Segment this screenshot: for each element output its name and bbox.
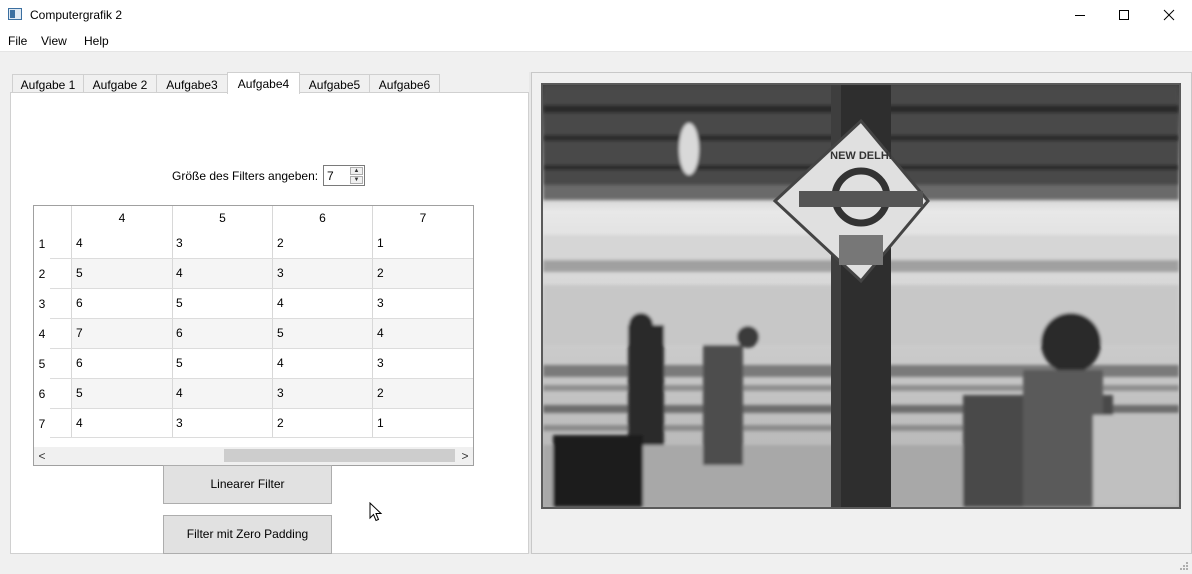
table-corner xyxy=(34,206,50,228)
tab-content-aufgabe-4: Größe des Filters angeben: 7 ▲ ▼ 4 5 6 7… xyxy=(10,92,529,554)
mouse-cursor-icon xyxy=(369,502,383,522)
column-divider xyxy=(71,206,72,437)
app-icon xyxy=(8,8,22,20)
spin-buttons: ▲ ▼ xyxy=(350,167,363,184)
scroll-left-icon[interactable]: < xyxy=(34,447,50,465)
tab-aufgabe-4[interactable]: Aufgabe4 xyxy=(227,72,300,94)
row-divider xyxy=(50,258,473,259)
column-header[interactable]: 6 xyxy=(273,206,372,228)
row-divider xyxy=(50,288,473,289)
table-cell[interactable]: 5 xyxy=(277,326,284,340)
maximize-icon xyxy=(1119,10,1129,20)
table-cell[interactable]: 6 xyxy=(76,296,83,310)
tab-aufgabe-5[interactable]: Aufgabe5 xyxy=(299,74,370,93)
sign-text: NEW DELHI xyxy=(830,150,892,162)
filter-table[interactable]: 4 5 6 7 1 2 3 4 5 6 7 4 3 2 1 5 4 3 2 6 … xyxy=(33,205,474,466)
status-bar xyxy=(0,554,1192,574)
table-cell[interactable]: 1 xyxy=(377,236,384,250)
column-divider xyxy=(272,206,273,437)
column-header[interactable]: 4 xyxy=(72,206,172,228)
left-panel: Aufgabe 1 Aufgabe 2 Aufgabe3 Aufgabe4 Au… xyxy=(10,72,529,554)
table-cell[interactable]: 2 xyxy=(277,236,284,250)
column-header[interactable]: 5 xyxy=(173,206,272,228)
app-window: Computergrafik 2 File View Help Aufgabe … xyxy=(0,0,1192,574)
column-divider xyxy=(372,206,373,437)
column-divider xyxy=(172,206,173,437)
row-header[interactable]: 4 xyxy=(34,327,50,341)
table-cell[interactable]: 2 xyxy=(377,266,384,280)
table-cell[interactable]: 4 xyxy=(76,416,83,430)
menu-bar: File View Help xyxy=(0,30,1192,52)
scroll-right-icon[interactable]: > xyxy=(457,447,473,465)
tab-aufgabe-2[interactable]: Aufgabe 2 xyxy=(83,74,157,93)
row-divider xyxy=(50,348,473,349)
table-cell[interactable]: 3 xyxy=(277,266,284,280)
table-cell[interactable]: 4 xyxy=(76,236,83,250)
table-cell[interactable]: 5 xyxy=(76,386,83,400)
window-title: Computergrafik 2 xyxy=(30,8,123,22)
filter-size-label: Größe des Filters angeben: xyxy=(172,169,319,183)
row-header[interactable]: 2 xyxy=(34,267,50,281)
column-header[interactable]: 7 xyxy=(373,206,473,228)
filter-size-spinbox[interactable]: 7 ▲ ▼ xyxy=(323,165,365,186)
image-panel: NEW DELHI xyxy=(531,72,1192,554)
table-cell[interactable]: 7 xyxy=(76,326,83,340)
linear-filter-button[interactable]: Linearer Filter xyxy=(163,465,332,504)
table-cell[interactable]: 3 xyxy=(377,296,384,310)
close-icon xyxy=(1163,9,1175,21)
title-bar[interactable]: Computergrafik 2 xyxy=(0,0,1192,30)
row-header[interactable]: 3 xyxy=(34,297,50,311)
table-cell[interactable]: 3 xyxy=(176,236,183,250)
table-cell[interactable]: 4 xyxy=(377,326,384,340)
row-divider xyxy=(50,318,473,319)
spin-up-icon[interactable]: ▲ xyxy=(350,167,363,175)
resize-grip-icon[interactable] xyxy=(1179,561,1189,571)
zero-padding-filter-button[interactable]: Filter mit Zero Padding xyxy=(163,515,332,554)
minimize-button[interactable] xyxy=(1057,0,1103,30)
row-header[interactable]: 7 xyxy=(34,417,50,431)
table-cell[interactable]: 6 xyxy=(76,356,83,370)
table-cell[interactable]: 5 xyxy=(176,296,183,310)
row-header[interactable]: 5 xyxy=(34,357,50,371)
row-divider xyxy=(50,378,473,379)
table-cell[interactable]: 4 xyxy=(277,356,284,370)
spin-down-icon[interactable]: ▼ xyxy=(350,176,363,184)
horizontal-scrollbar[interactable]: < > xyxy=(34,447,473,465)
table-cell[interactable]: 3 xyxy=(377,356,384,370)
maximize-button[interactable] xyxy=(1101,0,1147,30)
table-cell[interactable]: 2 xyxy=(377,386,384,400)
table-cell[interactable]: 1 xyxy=(377,416,384,430)
close-button[interactable] xyxy=(1146,0,1192,30)
table-cell[interactable]: 6 xyxy=(176,326,183,340)
tab-aufgabe-3[interactable]: Aufgabe3 xyxy=(156,74,228,93)
row-divider xyxy=(50,437,473,438)
scroll-thumb[interactable] xyxy=(224,449,455,462)
table-cell[interactable]: 4 xyxy=(176,266,183,280)
row-header[interactable]: 1 xyxy=(34,237,50,251)
tab-aufgabe-1[interactable]: Aufgabe 1 xyxy=(12,74,84,93)
table-cell[interactable]: 5 xyxy=(176,356,183,370)
station-photo: NEW DELHI xyxy=(543,85,1179,507)
row-divider xyxy=(50,408,473,409)
table-cell[interactable]: 5 xyxy=(76,266,83,280)
table-cell[interactable]: 2 xyxy=(277,416,284,430)
filtered-image: NEW DELHI xyxy=(541,83,1181,509)
table-cell[interactable]: 4 xyxy=(176,386,183,400)
table-cell[interactable]: 3 xyxy=(277,386,284,400)
tab-aufgabe-6[interactable]: Aufgabe6 xyxy=(369,74,440,93)
menu-help[interactable]: Help xyxy=(84,34,109,48)
table-cell[interactable]: 3 xyxy=(176,416,183,430)
table-cell[interactable]: 4 xyxy=(277,296,284,310)
filter-size-value[interactable]: 7 xyxy=(327,169,334,183)
menu-view[interactable]: View xyxy=(41,34,67,48)
row-header[interactable]: 6 xyxy=(34,387,50,401)
menu-file[interactable]: File xyxy=(8,34,27,48)
minimize-icon xyxy=(1075,14,1085,16)
